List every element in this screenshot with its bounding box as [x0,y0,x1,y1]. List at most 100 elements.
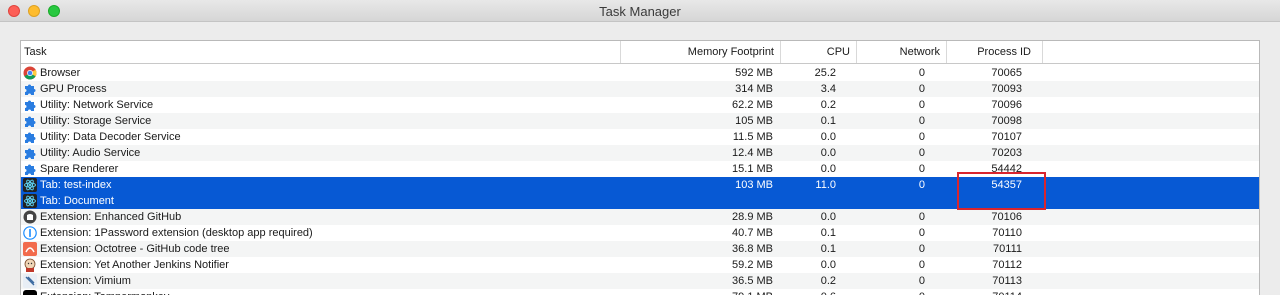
task-cell: Utility: Network Service [23,97,621,113]
network-cell: 0 [918,131,925,143]
table-row[interactable]: Spare Renderer 15.1 MB 0.0 0 54442 [21,161,1259,177]
process-id-cell: 70107 [991,131,1022,143]
tampermonkey-icon [23,290,37,295]
task-name: Extension: Enhanced GitHub [40,211,182,223]
memory-cell: 105 MB [735,115,773,127]
table-row[interactable]: Utility: Network Service 62.2 MB 0.2 0 70096 [21,97,1259,113]
table-row[interactable]: Utility: Storage Service 105 MB 0.1 0 70098 [21,113,1259,129]
window-titlebar: Task Manager [0,0,1280,22]
task-name: Utility: Storage Service [40,115,152,127]
cpu-cell: 25.2 [814,67,836,79]
task-cell: Extension: Tampermonkey [23,289,621,295]
network-cell: 0 [918,147,925,159]
table-row[interactable]: Extension: Octotree - GitHub code tree 36… [21,241,1259,257]
cpu-cell: 0.1 [820,115,836,127]
network-cell: 0 [918,211,925,223]
table-row[interactable]: Extension: Vimium 36.5 MB 0.2 0 70113 [21,273,1259,289]
cpu-cell: 0.0 [820,163,836,175]
column-header-network[interactable]: Network [857,41,947,63]
column-header-cpu[interactable]: CPU [781,41,857,63]
network-cell: 0 [918,275,925,287]
network-cell: 0 [918,243,925,255]
network-cell: 0 [918,227,925,239]
cpu-cell: 0.0 [820,211,836,223]
process-id-cell: 70093 [991,83,1022,95]
memory-cell: 59.2 MB [732,259,773,271]
column-header-memory[interactable]: Memory Footprint [621,41,781,63]
cpu-cell: 0.6 [781,289,836,295]
task-name: Extension: Yet Another Jenkins Notifier [40,259,229,271]
process-id-cell: 70111 [993,243,1022,255]
network-cell: 0 [918,179,925,191]
table-row[interactable]: Extension: Tampermonkey 79.1 MB 0.6 0 70114 [21,289,1259,295]
network-cell: 0 [841,289,925,295]
table-header: Task Memory Footprint CPU Network Proces… [21,41,1259,64]
memory-cell: 103 MB [735,179,773,191]
puzzle-icon [23,82,37,96]
table-row[interactable]: Tab: test-index 103 MB 11.0 0 54357 [21,177,1259,193]
memory-cell: 592 MB [735,67,773,79]
cpu-cell: 0.1 [820,243,836,255]
memory-cell: 79.1 MB [621,289,773,295]
github-ext-icon [23,210,37,224]
table-row[interactable]: Tab: Document [21,193,1259,209]
task-cell: Spare Renderer [23,161,621,177]
task-cell: Extension: 1Password extension (desktop … [23,225,621,241]
table-row[interactable]: Extension: Yet Another Jenkins Notifier 5… [21,257,1259,273]
annotation-highlight-box [957,172,1046,210]
table-row[interactable]: GPU Process 314 MB 3.4 0 70093 [21,81,1259,97]
vimium-icon [23,274,37,288]
memory-cell: 11.5 MB [732,131,773,143]
task-name: Tab: test-index [40,179,112,191]
task-cell: Tab: Document [23,193,621,209]
network-cell: 0 [918,115,925,127]
task-name: Tab: Document [40,195,114,207]
process-table: Task Memory Footprint CPU Network Proces… [20,40,1260,295]
table-row[interactable]: Utility: Data Decoder Service 11.5 MB 0.0 0… [21,129,1259,145]
task-cell: Extension: Vimium [23,273,621,289]
network-cell [841,193,925,209]
cpu-cell: 0.2 [820,275,836,287]
task-cell: Extension: Yet Another Jenkins Notifier [23,257,621,273]
memory-cell [621,193,773,209]
cpu-cell: 0.1 [820,227,836,239]
react-icon [23,194,37,208]
network-cell: 0 [918,259,925,271]
task-name: Extension: Tampermonkey [40,289,169,295]
memory-cell: 314 MB [735,83,773,95]
table-row[interactable]: Extension: 1Password extension (desktop … [21,225,1259,241]
task-cell: Extension: Octotree - GitHub code tree [23,241,621,257]
task-name: Browser [40,67,81,79]
cpu-cell [781,193,836,209]
table-row[interactable]: Browser 592 MB 25.2 0 70065 [21,65,1259,81]
task-name: Utility: Audio Service [40,147,141,159]
memory-cell: 62.2 MB [732,99,773,111]
network-cell: 0 [918,99,925,111]
memory-cell: 40.7 MB [732,227,773,239]
network-cell: 0 [918,83,925,95]
cpu-cell: 11.0 [815,179,836,191]
process-id-cell: 70106 [991,211,1022,223]
network-cell: 0 [918,163,925,175]
cpu-cell: 0.0 [820,131,836,143]
octotree-icon [23,242,37,256]
task-cell: Utility: Data Decoder Service [23,129,621,145]
memory-cell: 15.1 MB [732,163,773,175]
task-name: Utility: Data Decoder Service [40,131,181,143]
task-cell: Browser [23,65,621,81]
memory-cell: 28.9 MB [732,211,773,223]
column-header-task[interactable]: Task [21,41,621,63]
table-row[interactable]: Extension: Enhanced GitHub 28.9 MB 0.0 0 701… [21,209,1259,225]
task-cell: Tab: test-index [23,177,621,193]
cpu-cell: 0.0 [820,147,836,159]
column-header-pid[interactable]: Process ID [947,41,1043,63]
puzzle-icon [23,130,37,144]
puzzle-icon [23,146,37,160]
react-icon [23,178,37,192]
cpu-cell: 0.0 [820,259,836,271]
network-cell: 0 [918,67,925,79]
table-row[interactable]: Utility: Audio Service 12.4 MB 0.0 0 70203 [21,145,1259,161]
process-id-cell: 70112 [992,259,1022,271]
task-name: Extension: 1Password extension (desktop … [40,227,313,239]
task-cell: Utility: Storage Service [23,113,621,129]
